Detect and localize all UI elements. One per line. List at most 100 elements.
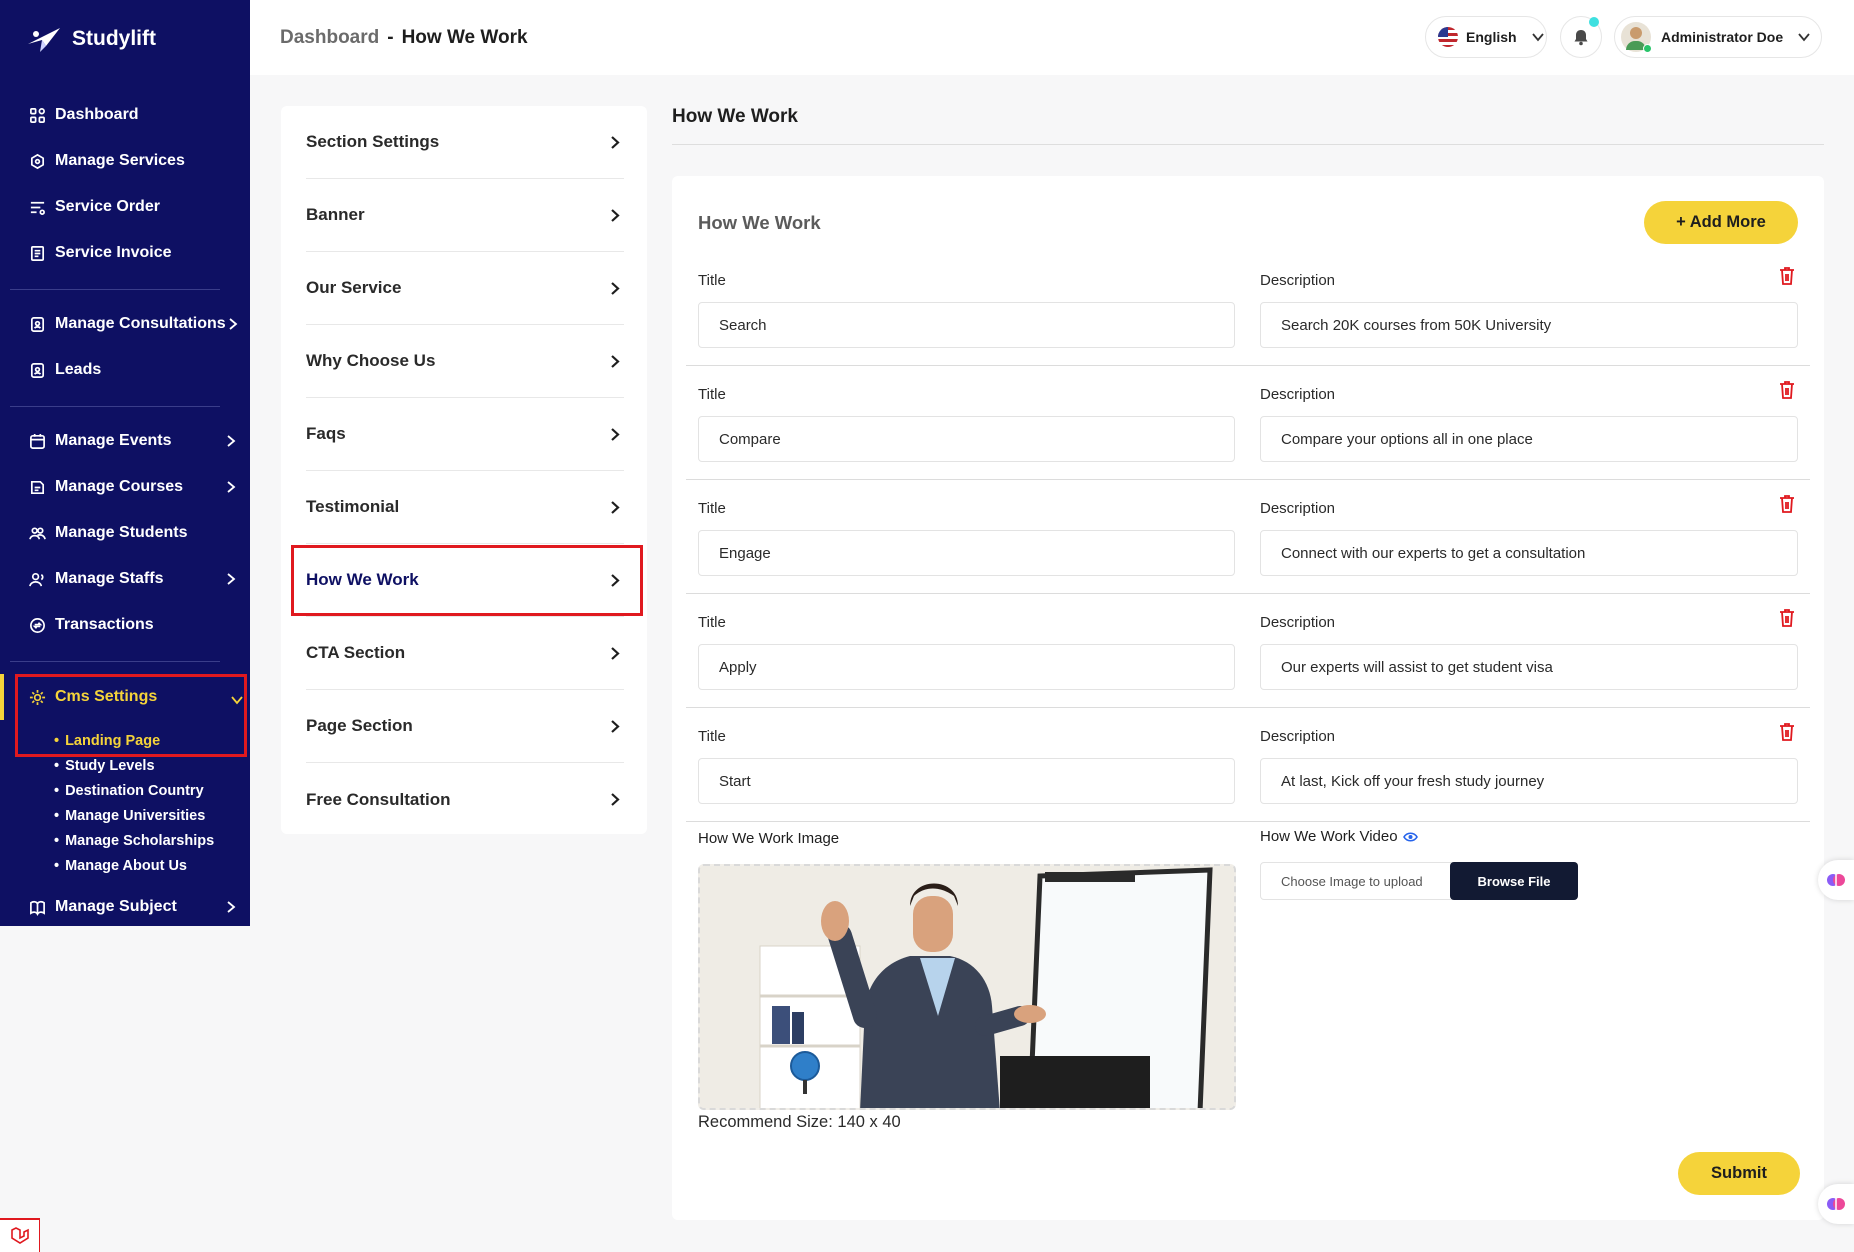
menu-item-testimonial[interactable]: Testimonial [306,471,624,544]
title-input[interactable]: Search [698,302,1235,348]
debugbar-button[interactable] [0,1218,40,1252]
trash-icon[interactable] [1778,380,1796,400]
how-we-work-image[interactable] [698,864,1236,1110]
language-select[interactable]: English [1425,16,1547,58]
description-label: Description [1260,728,1336,745]
menu-label: Why Choose Us [306,351,436,370]
us-flag-icon [1438,27,1458,47]
laravel-icon [10,1227,29,1244]
breadcrumb-current: How We Work [401,27,528,48]
description-label: Description [1260,500,1336,517]
highlight-box [291,545,643,616]
nav-item-transactions[interactable]: Transactions [0,602,250,648]
language-label: English [1466,29,1517,45]
title-label: Title [698,500,726,517]
top-header: Dashboard - How We Work English Administ… [250,0,1854,75]
work-step-row: Title Description Apply Our experts will as… [686,594,1810,708]
courses-icon [28,478,46,496]
trash-icon[interactable] [1778,722,1796,742]
nav-item-manage-students[interactable]: Manage Students [0,510,250,556]
notification-dot [1589,17,1599,27]
nav-item-service-invoice[interactable]: Service Invoice [0,230,250,276]
subnav-item-destination-country[interactable]: Destination Country [54,778,214,803]
book-icon [28,898,46,916]
description-input[interactable]: Connect with our experts to get a consul… [1260,530,1798,576]
description-input[interactable]: Our experts will assist to get student v… [1260,644,1798,690]
online-status-dot [1643,44,1652,53]
nav-item-leads[interactable]: Leads [0,347,250,393]
menu-item-cta-section[interactable]: CTA Section [306,617,624,690]
ai-assistant-button[interactable] [1818,1184,1854,1224]
order-icon [28,198,46,216]
menu-label: Testimonial [306,497,400,516]
nav-item-dashboard[interactable]: Dashboard [0,92,250,138]
subnav-item-manage-universities[interactable]: Manage Universities [54,803,214,828]
nav-label: Manage Events [55,432,172,449]
breadcrumb-separator: - [387,27,394,48]
description-label: Description [1260,272,1336,289]
menu-item-banner[interactable]: Banner [306,179,624,252]
menu-label: Banner [306,205,365,224]
title-input[interactable]: Compare [698,416,1235,462]
highlight-box [15,674,247,757]
video-file-input[interactable]: Choose Image to upload Browse File [1260,862,1578,900]
menu-item-our-service[interactable]: Our Service [306,252,624,325]
nav-item-manage-services[interactable]: Manage Services [0,138,250,184]
image-label: How We Work Image [698,830,840,847]
user-menu[interactable]: Administrator Doe [1614,16,1822,58]
ai-assistant-button[interactable] [1818,860,1854,900]
chevron-right-icon [226,434,236,448]
nav-group-management: Manage Events Manage Courses Manage Stud… [0,418,250,648]
card-title: How We Work [698,212,821,233]
menu-item-section-settings[interactable]: Section Settings [306,106,624,179]
notification-button[interactable] [1560,16,1602,58]
add-more-button[interactable]: + Add More [1644,201,1798,244]
nav-item-manage-staffs[interactable]: Manage Staffs [0,556,250,602]
nav-item-service-order[interactable]: Service Order [0,184,250,230]
trash-icon[interactable] [1778,608,1796,628]
title-divider [672,144,1824,145]
trash-icon[interactable] [1778,494,1796,514]
landing-settings-menu: Section Settings Banner Our Service Why … [281,106,647,834]
transactions-icon [28,616,46,634]
chevron-right-icon [610,208,620,228]
work-step-row: Title Description Start At last, Kick off y… [686,708,1810,822]
page-title: How We Work [672,106,798,127]
calendar-icon [28,432,46,450]
trash-icon[interactable] [1778,266,1796,286]
nav-item-manage-courses[interactable]: Manage Courses [0,464,250,510]
logo-icon [28,28,60,52]
nav-item-manage-subject[interactable]: Manage Subject [0,884,250,930]
title-input[interactable]: Start [698,758,1235,804]
user-name: Administrator Doe [1661,29,1784,45]
app-logo[interactable]: Studylift [26,24,156,54]
nav-label: Dashboard [55,106,139,123]
description-label: Description [1260,614,1336,631]
chevron-right-icon [228,317,238,331]
chevron-right-icon [226,572,236,586]
breadcrumb-root[interactable]: Dashboard [280,27,379,49]
nav-item-manage-events[interactable]: Manage Events [0,418,250,464]
browse-file-button[interactable]: Browse File [1450,862,1578,900]
nav-item-manage-consultations[interactable]: Manage Consultations [0,301,250,347]
subnav-item-manage-scholarships[interactable]: Manage Scholarships [54,828,214,853]
menu-item-free-consultation[interactable]: Free Consultation [306,763,624,836]
services-icon [28,152,46,170]
menu-item-page-section[interactable]: Page Section [306,690,624,763]
staffs-icon [28,570,46,588]
title-input[interactable]: Apply [698,644,1235,690]
description-input[interactable]: Search 20K courses from 50K University [1260,302,1798,348]
subnav-item-manage-about-us[interactable]: Manage About Us [54,853,214,878]
chevron-down-icon [1797,29,1811,45]
menu-item-why-choose-us[interactable]: Why Choose Us [306,325,624,398]
title-input[interactable]: Engage [698,530,1235,576]
file-placeholder: Choose Image to upload [1281,873,1423,889]
description-input[interactable]: Compare your options all in one place [1260,416,1798,462]
brain-icon [1827,874,1845,886]
title-label: Title [698,728,726,745]
description-input[interactable]: At last, Kick off your fresh study journ… [1260,758,1798,804]
submit-button[interactable]: Submit [1678,1152,1800,1195]
eye-icon[interactable] [1402,831,1418,843]
chevron-right-icon [610,427,620,447]
menu-item-faqs[interactable]: Faqs [306,398,624,471]
